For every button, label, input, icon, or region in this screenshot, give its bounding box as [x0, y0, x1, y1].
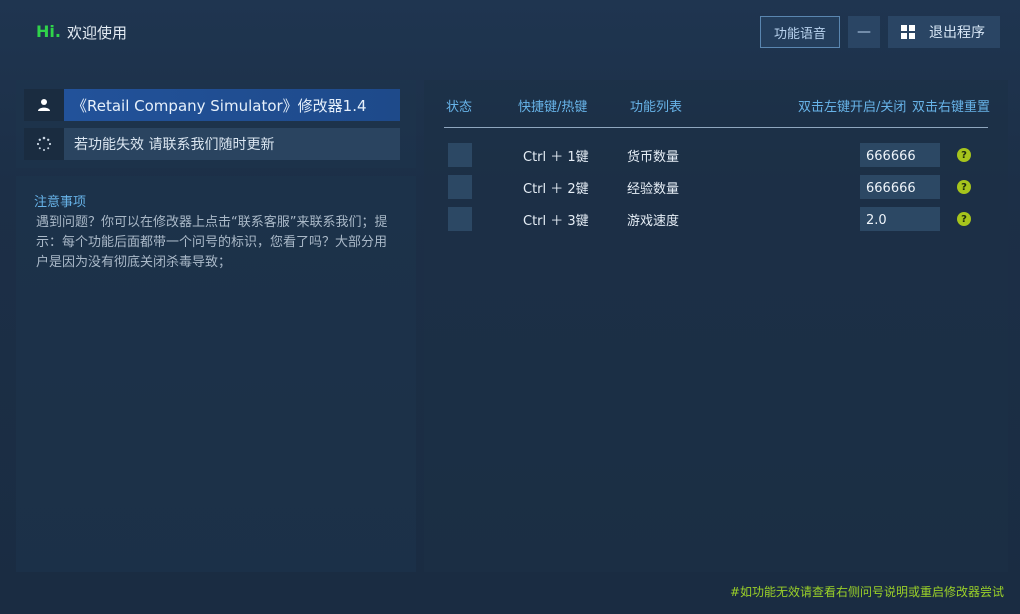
status-toggle[interactable]	[448, 175, 472, 199]
header-hotkey: 快捷键/热键	[518, 100, 588, 115]
voice-button[interactable]: 功能语音	[760, 16, 840, 48]
game-title: 《Retail Company Simulator》修改器1.4	[64, 89, 400, 121]
welcome-text: 欢迎使用	[67, 24, 128, 42]
spinner-icon	[24, 128, 64, 160]
header-divider	[444, 127, 988, 128]
notes-body: 遇到问题？你可以在修改器上点击“联系客服”来联系我们；提示：每个功能后面都带一个…	[36, 215, 388, 270]
exit-button[interactable]: 退出程序	[888, 16, 1000, 48]
function-name[interactable]: 货币数量	[627, 146, 679, 165]
status-toggle[interactable]	[448, 143, 472, 167]
help-icon[interactable]: ?	[957, 180, 971, 194]
header-function: 功能列表	[630, 100, 683, 115]
help-icon[interactable]: ?	[957, 148, 971, 162]
function-name[interactable]: 经验数量	[627, 178, 679, 197]
update-hint[interactable]: 若功能失效 请联系我们随时更新	[64, 128, 400, 160]
hotkey-label: Ctrl ＋ 1键	[523, 150, 589, 165]
footer-hint: #如功能无效请查看右侧问号说明或重启修改器尝试	[729, 585, 1004, 599]
hotkey-label: Ctrl ＋ 2键	[523, 182, 589, 197]
top-bar: Hi. 欢迎使用 功能语音 — 退出程序	[0, 0, 1020, 64]
function-name[interactable]: 游戏速度	[627, 210, 679, 229]
table-row[interactable]: Ctrl ＋ 3键 游戏速度 ?	[448, 207, 988, 231]
minimize-button[interactable]: —	[848, 16, 880, 48]
status-toggle[interactable]	[448, 207, 472, 231]
hotkey-label: Ctrl ＋ 3键	[523, 214, 589, 229]
value-input[interactable]	[860, 175, 940, 199]
update-hint-row[interactable]: 若功能失效 请联系我们随时更新	[24, 128, 400, 160]
table-row[interactable]: Ctrl ＋ 1键 货币数量 ?	[448, 143, 988, 167]
notes-title: 注意事项	[34, 195, 87, 210]
user-icon	[24, 89, 64, 121]
windows-icon	[901, 25, 915, 39]
value-input[interactable]	[860, 207, 940, 231]
exit-button-label: 退出程序	[929, 25, 985, 41]
header-reset-hint: 双击右键重置	[912, 100, 991, 115]
logo: Hi.	[36, 22, 61, 41]
table-row[interactable]: Ctrl ＋ 2键 经验数量 ?	[448, 175, 988, 199]
header-status: 状态	[446, 100, 473, 115]
header-toggle-hint: 双击左键开启/关闭	[798, 100, 907, 115]
game-title-row: 《Retail Company Simulator》修改器1.4	[24, 89, 400, 121]
help-icon[interactable]: ?	[957, 212, 971, 226]
value-input[interactable]	[860, 143, 940, 167]
